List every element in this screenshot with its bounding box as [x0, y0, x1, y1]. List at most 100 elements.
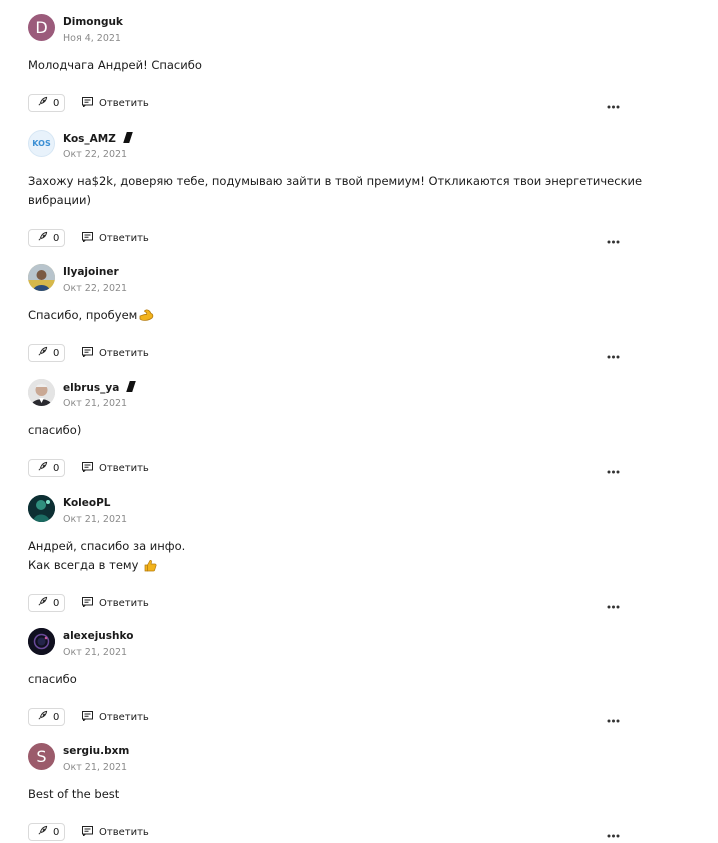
flexed-biceps-emoji-icon [139, 308, 154, 328]
avatar-photo [28, 628, 55, 655]
kos-logo: KOS [32, 139, 51, 148]
comment-icon [82, 710, 93, 724]
username[interactable]: Kos_AMZ [63, 132, 133, 145]
comment-text-content: Как всегда в тему [28, 558, 139, 572]
comment-text-line: Спасибо, пробуем [28, 306, 628, 328]
comment: elbrus_ya Окт 21, 2021 спасибо) 0 Ответи… [28, 379, 628, 479]
avatar[interactable]: D [28, 14, 55, 41]
more-options-button[interactable] [605, 594, 621, 612]
more-options-button[interactable] [605, 344, 621, 362]
more-icon [607, 344, 620, 363]
more-options-button[interactable] [605, 708, 621, 726]
reply-button[interactable]: Ответить [82, 708, 149, 726]
comment-icon [82, 596, 93, 610]
thumbs-up-emoji-icon [144, 559, 157, 578]
comment-text-line: спасибо) [28, 423, 82, 437]
comment-text: Андрей, спасибо за инфо. Как всегда в те… [28, 537, 628, 594]
reply-button[interactable]: Ответить [82, 344, 149, 362]
more-icon [607, 823, 620, 842]
more-icon [607, 94, 620, 113]
comment-text: Спасибо, пробуем [28, 306, 628, 344]
like-button[interactable]: 0 [28, 344, 65, 362]
like-count: 0 [53, 711, 60, 723]
avatar[interactable]: KOS [28, 130, 55, 157]
comment-text-line: Захожу на$2k, доверяю тебе, подумываю за… [28, 174, 643, 188]
comment-text: Best of the best [28, 785, 628, 823]
avatar[interactable] [28, 495, 55, 522]
comment-icon [82, 346, 93, 360]
like-count: 0 [53, 97, 60, 109]
more-icon [607, 229, 620, 248]
reply-label: Ответить [99, 232, 149, 244]
comment: KoleoPL Окт 21, 2021 Андрей, спасибо за … [28, 495, 628, 614]
comment-text-line: спасибо [28, 672, 77, 686]
comment-date: Окт 21, 2021 [63, 647, 128, 658]
reply-button[interactable]: Ответить [82, 823, 149, 841]
more-icon [607, 594, 620, 613]
avatar-letter: S [36, 747, 47, 766]
like-button[interactable]: 0 [28, 594, 65, 612]
like-button[interactable]: 0 [28, 459, 65, 477]
reply-label: Ответить [99, 462, 149, 474]
rocket-icon [37, 346, 48, 360]
comment: D Dimonguk Ноя 4, 2021 Молодчага Андрей!… [28, 14, 628, 114]
avatar[interactable] [28, 628, 55, 655]
more-options-button[interactable] [605, 229, 621, 247]
comment: KOS Kos_AMZ Окт 22, 2021 Захожу на$2k, д… [28, 130, 643, 249]
like-count: 0 [53, 826, 60, 838]
comment-text: Захожу на$2k, доверяю тебе, подумываю за… [28, 172, 643, 229]
like-button[interactable]: 0 [28, 94, 65, 112]
badge-icon [126, 381, 137, 392]
like-button[interactable]: 0 [28, 229, 65, 247]
comment-icon [82, 461, 93, 475]
comment-text: Молодчага Андрей! Спасибо [28, 56, 628, 94]
avatar[interactable]: S [28, 743, 55, 770]
like-count: 0 [53, 232, 60, 244]
reply-button[interactable]: Ответить [82, 459, 149, 477]
like-button[interactable]: 0 [28, 708, 65, 726]
username[interactable]: sergiu.bxm [63, 745, 129, 757]
badge-icon [123, 132, 133, 143]
comment-date: Окт 21, 2021 [63, 398, 128, 409]
username[interactable]: elbrus_ya [63, 381, 137, 394]
more-icon [607, 459, 620, 478]
username[interactable]: alexejushko [63, 630, 133, 642]
avatar-photo [28, 379, 55, 406]
reply-label: Ответить [99, 711, 149, 723]
reply-label: Ответить [99, 97, 149, 109]
username-text: elbrus_ya [63, 382, 120, 394]
rocket-icon [37, 596, 48, 610]
more-options-button[interactable] [605, 459, 621, 477]
more-icon [607, 708, 620, 727]
comment: Ilyajoiner Окт 22, 2021 Спасибо, пробуем… [28, 264, 628, 364]
reply-button[interactable]: Ответить [82, 594, 149, 612]
comment-date: Окт 21, 2021 [63, 514, 128, 525]
rocket-icon [37, 96, 48, 110]
comment-text-line: вибрации) [28, 193, 91, 207]
rocket-icon [37, 461, 48, 475]
avatar[interactable] [28, 379, 55, 406]
like-count: 0 [53, 597, 60, 609]
like-count: 0 [53, 347, 60, 359]
reply-label: Ответить [99, 597, 149, 609]
comment-text-line: Best of the best [28, 787, 120, 801]
avatar-letter: D [35, 18, 48, 37]
comment-date: Окт 22, 2021 [63, 283, 128, 294]
reply-button[interactable]: Ответить [82, 229, 149, 247]
username-text: Kos_AMZ [63, 133, 116, 145]
avatar-photo [28, 264, 55, 291]
comment-text-line: Как всегда в тему [28, 556, 628, 578]
reply-button[interactable]: Ответить [82, 94, 149, 112]
more-options-button[interactable] [605, 823, 621, 841]
username[interactable]: Dimonguk [63, 16, 123, 28]
reply-label: Ответить [99, 347, 149, 359]
comment-text-line: Молодчага Андрей! Спасибо [28, 58, 202, 72]
username[interactable]: KoleoPL [63, 497, 111, 509]
comment-date: Окт 22, 2021 [63, 149, 128, 160]
username[interactable]: Ilyajoiner [63, 266, 119, 278]
comment-text-content: Спасибо, пробуем [28, 308, 138, 322]
avatar[interactable] [28, 264, 55, 291]
like-button[interactable]: 0 [28, 823, 65, 841]
comment-date: Окт 21, 2021 [63, 762, 128, 773]
more-options-button[interactable] [605, 94, 621, 112]
